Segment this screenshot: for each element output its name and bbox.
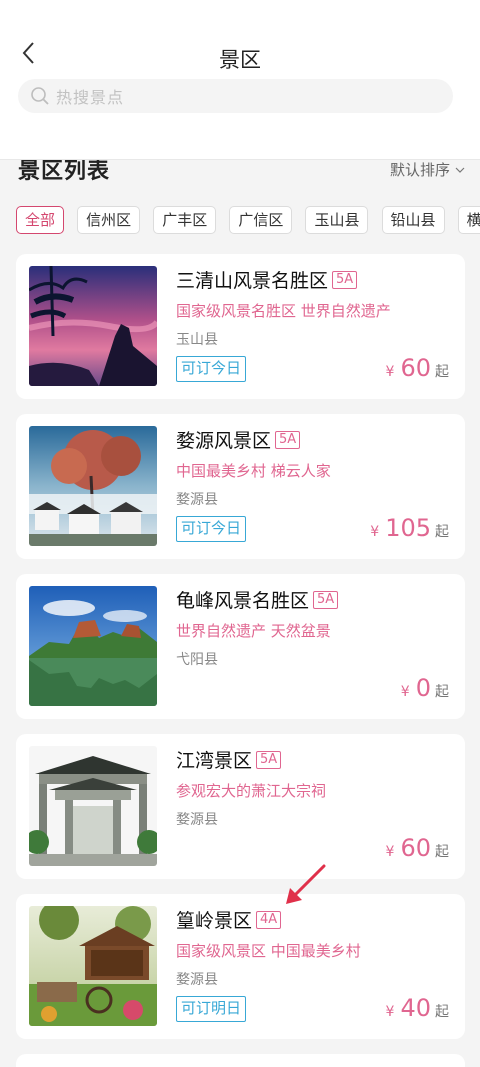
scenic-area: 婺源县 bbox=[176, 972, 218, 988]
scenic-tags: 国家级风景区 中国最美乡村 bbox=[176, 942, 361, 960]
scenic-area: 弋阳县 bbox=[176, 652, 218, 668]
currency-symbol: ¥ bbox=[370, 524, 380, 540]
sort-dropdown[interactable]: 默认排序 bbox=[390, 159, 466, 180]
top-header: 景区 热搜景点 bbox=[0, 0, 480, 160]
scenic-name: 龟峰风景名胜区 5A bbox=[176, 586, 339, 613]
chevron-down-icon bbox=[455, 167, 465, 173]
scenic-tags: 国家级风景名胜区 世界自然遗产 bbox=[176, 302, 391, 320]
annotation-arrow-icon bbox=[286, 864, 326, 904]
price: ¥ 40 起 bbox=[386, 994, 449, 1022]
booking-badge[interactable]: 可订今日 bbox=[176, 516, 247, 542]
filter-chip-guangxin[interactable]: 广信区 bbox=[229, 206, 293, 234]
price: ¥ 105 起 bbox=[370, 514, 449, 542]
scenic-photo bbox=[29, 746, 157, 866]
filter-chip-yushan[interactable]: 玉山县 bbox=[305, 206, 369, 234]
filter-chip-hengfeng[interactable]: 横峰县 bbox=[457, 206, 480, 234]
price-value: 40 bbox=[400, 994, 431, 1022]
level-badge: 5A bbox=[313, 590, 339, 609]
level-badge: 5A bbox=[256, 750, 282, 769]
scenic-card[interactable]: 三清山风景名胜区 5A 国家级风景名胜区 世界自然遗产 玉山县 可订今日 ¥ 6… bbox=[16, 254, 465, 399]
search-icon bbox=[31, 87, 49, 105]
price: ¥ 0 起 bbox=[401, 674, 449, 702]
level-badge: 5A bbox=[275, 430, 301, 449]
filter-chip-guangfeng[interactable]: 广丰区 bbox=[153, 206, 217, 234]
scenic-card[interactable]: 婺源风景区 5A 中国最美乡村 梯云人家 婺源县 可订今日 ¥ 105 起 bbox=[16, 414, 465, 559]
level-badge: 5A bbox=[332, 270, 358, 289]
page-title: 景区 bbox=[219, 48, 261, 72]
price-suffix: 起 bbox=[435, 684, 449, 700]
price: ¥ 60 起 bbox=[386, 834, 449, 862]
scenic-tags: 世界自然遗产 天然盆景 bbox=[176, 622, 331, 640]
scenic-area: 婺源县 bbox=[176, 812, 218, 828]
price-suffix: 起 bbox=[435, 364, 449, 380]
filter-chip-all[interactable]: 全部 bbox=[16, 206, 65, 234]
scenic-name: 婺源风景区 5A bbox=[176, 426, 301, 453]
scenic-photo bbox=[29, 426, 157, 546]
price-suffix: 起 bbox=[435, 1004, 449, 1020]
scenic-photo bbox=[29, 586, 157, 706]
price-suffix: 起 bbox=[435, 844, 449, 860]
scenic-name: 三清山风景名胜区 5A bbox=[176, 266, 358, 293]
region-filter-bar: 全部 信州区 广丰区 广信区 玉山县 铅山县 横峰县 bbox=[16, 206, 480, 234]
search-input[interactable]: 热搜景点 bbox=[18, 79, 453, 113]
booking-badge[interactable]: 可订明日 bbox=[176, 996, 247, 1022]
scenic-photo bbox=[29, 906, 157, 1026]
scenic-tags: 参观宏大的萧江大宗祠 bbox=[176, 782, 327, 800]
price: ¥ 60 起 bbox=[386, 354, 449, 382]
currency-symbol: ¥ bbox=[385, 1004, 395, 1020]
price-value: 60 bbox=[400, 354, 431, 382]
scenic-photo bbox=[29, 266, 157, 386]
scenic-card[interactable]: 龟峰风景名胜区 5A 世界自然遗产 天然盆景 弋阳县 ¥ 0 起 bbox=[16, 574, 465, 719]
price-suffix: 起 bbox=[435, 524, 449, 540]
price-value: 60 bbox=[400, 834, 431, 862]
sort-label: 默认排序 bbox=[389, 161, 450, 179]
scenic-name: 篁岭景区 4A bbox=[176, 906, 282, 933]
currency-symbol: ¥ bbox=[400, 684, 410, 700]
booking-badge[interactable]: 可订今日 bbox=[176, 356, 247, 382]
search-placeholder: 热搜景点 bbox=[56, 88, 125, 107]
price-value: 0 bbox=[415, 674, 431, 702]
scenic-tags: 中国最美乡村 梯云人家 bbox=[176, 462, 331, 480]
scenic-name: 江湾景区 5A bbox=[176, 746, 282, 773]
scenic-card[interactable]: 篁岭景区 4A 国家级风景区 中国最美乡村 婺源县 可订明日 ¥ 40 起 bbox=[16, 894, 465, 1039]
currency-symbol: ¥ bbox=[385, 844, 395, 860]
scenic-card-partial[interactable] bbox=[16, 1054, 465, 1067]
currency-symbol: ¥ bbox=[385, 364, 395, 380]
scenic-area: 玉山县 bbox=[176, 332, 218, 348]
filter-chip-xinzhou[interactable]: 信州区 bbox=[77, 206, 141, 234]
price-value: 105 bbox=[385, 514, 431, 542]
filter-chip-yanshan[interactable]: 铅山县 bbox=[381, 206, 445, 234]
level-badge: 4A bbox=[256, 910, 282, 929]
scenic-card[interactable]: 江湾景区 5A 参观宏大的萧江大宗祠 婺源县 ¥ 60 起 bbox=[16, 734, 465, 879]
scenic-area: 婺源县 bbox=[176, 492, 218, 508]
